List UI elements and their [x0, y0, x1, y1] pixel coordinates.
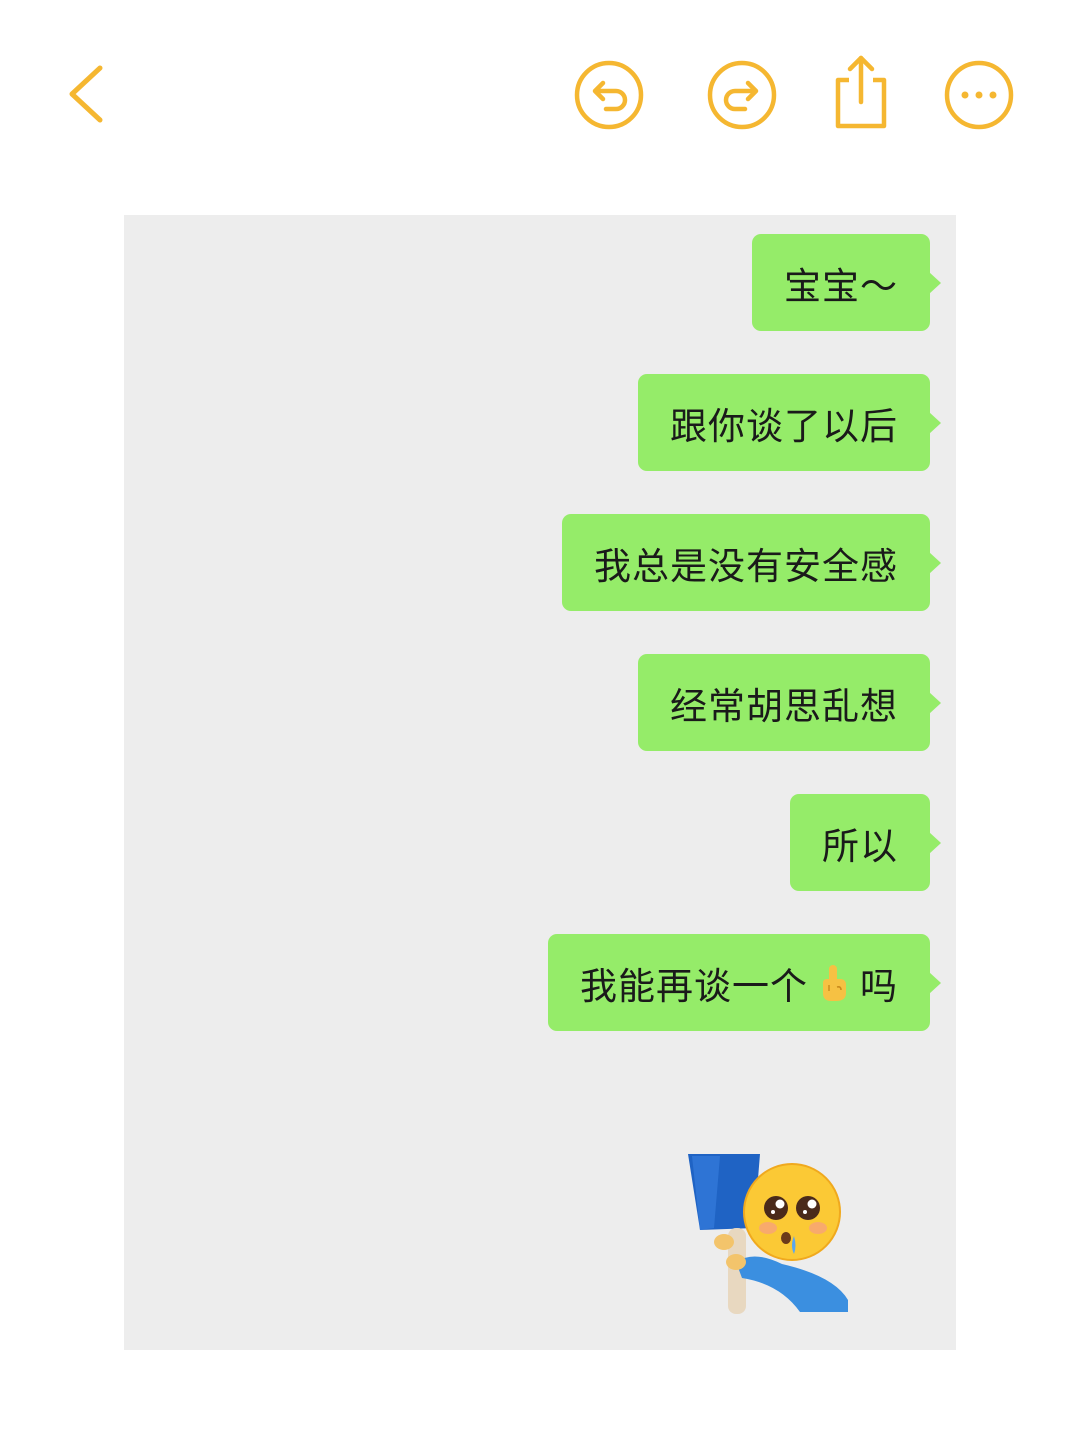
top-toolbar — [0, 0, 1080, 190]
message-text: 宝宝～ — [784, 264, 898, 308]
redo-button[interactable] — [705, 58, 779, 132]
message-bubble[interactable]: 我能再谈一个 吗 — [548, 934, 941, 1031]
undo-button[interactable] — [572, 58, 646, 132]
chat-area: 宝宝～ 跟你谈了以后 我总是没有安全感 经常胡思乱想 所以 我能再谈一个 吗 — [124, 215, 956, 1350]
pointing-up-hand-emoji — [823, 964, 846, 1001]
back-button[interactable] — [58, 58, 118, 128]
message-bubble[interactable]: 经常胡思乱想 — [638, 654, 941, 751]
message-bubble[interactable]: 跟你谈了以后 — [638, 374, 941, 471]
message-text: 我能再谈一个 — [580, 964, 808, 1008]
message-text: 经常胡思乱想 — [670, 684, 898, 728]
redo-icon — [707, 60, 777, 130]
share-icon — [835, 55, 887, 129]
chevron-left-icon — [69, 65, 103, 123]
more-button[interactable] — [942, 58, 1016, 132]
share-button[interactable] — [828, 50, 894, 132]
message-text: 我总是没有安全感 — [594, 544, 898, 588]
message-bubble[interactable]: 宝宝～ — [752, 234, 941, 331]
undo-icon — [574, 60, 644, 130]
message-text: 跟你谈了以后 — [670, 404, 898, 448]
message-bubble[interactable]: 所以 — [790, 794, 941, 891]
more-icon — [944, 60, 1014, 130]
message-text: 吗 — [860, 964, 898, 1008]
message-text: 所以 — [822, 824, 898, 868]
crying-face-holding-sign-sticker[interactable] — [684, 1150, 854, 1320]
message-bubble[interactable]: 我总是没有安全感 — [562, 514, 941, 611]
